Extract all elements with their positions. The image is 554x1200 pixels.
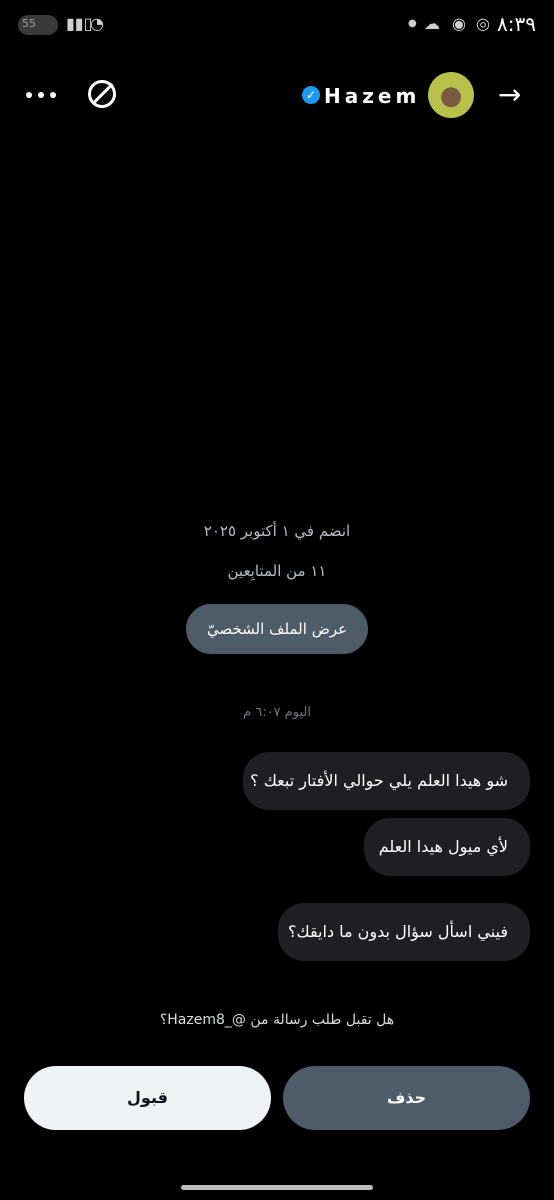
message-bubble[interactable]: فيني اسأل سؤال بدون ما دايقك؟: [278, 903, 530, 961]
view-profile-button[interactable]: عرض الملف الشخصيّ: [186, 604, 368, 654]
message-request-question: هل تقبل طلب رسالة من @_Hazem8؟: [159, 1012, 395, 1028]
battery-level: 55: [22, 17, 36, 30]
joined-date: انضم في ١ أكتوبر ٢٠٢٥: [203, 522, 351, 540]
message-timestamp: اليوم ٦:٠٧ م: [243, 705, 311, 720]
home-indicator[interactable]: [181, 1185, 373, 1190]
message-bubble[interactable]: لأي ميول هيدا العلم: [364, 818, 530, 876]
signal-icon: ▮▮▯: [66, 14, 93, 33]
snapchat-icon: ◉: [452, 14, 466, 33]
delete-button[interactable]: حذف: [283, 1066, 530, 1130]
whatsapp-icon: ◎: [476, 14, 490, 33]
accept-button[interactable]: قبول: [24, 1066, 271, 1130]
notification-dot-icon: ●: [408, 18, 417, 29]
more-icon[interactable]: [26, 80, 56, 110]
profile-name[interactable]: Hazem: [324, 84, 420, 108]
block-icon[interactable]: [88, 80, 116, 108]
wifi-icon: ◔: [90, 14, 104, 33]
status-time: ٨:٣٩: [497, 12, 536, 36]
followers-count: ١١ من المتابِعين: [227, 562, 327, 580]
cloud-icon: ☁: [424, 14, 440, 33]
verified-badge-icon: ✓: [302, 86, 320, 104]
avatar[interactable]: [428, 72, 474, 118]
arrow-right-icon[interactable]: →: [498, 80, 528, 110]
message-bubble[interactable]: شو هيدا العلم يلي حوالي الأفتار تبعك ؟: [243, 752, 530, 810]
